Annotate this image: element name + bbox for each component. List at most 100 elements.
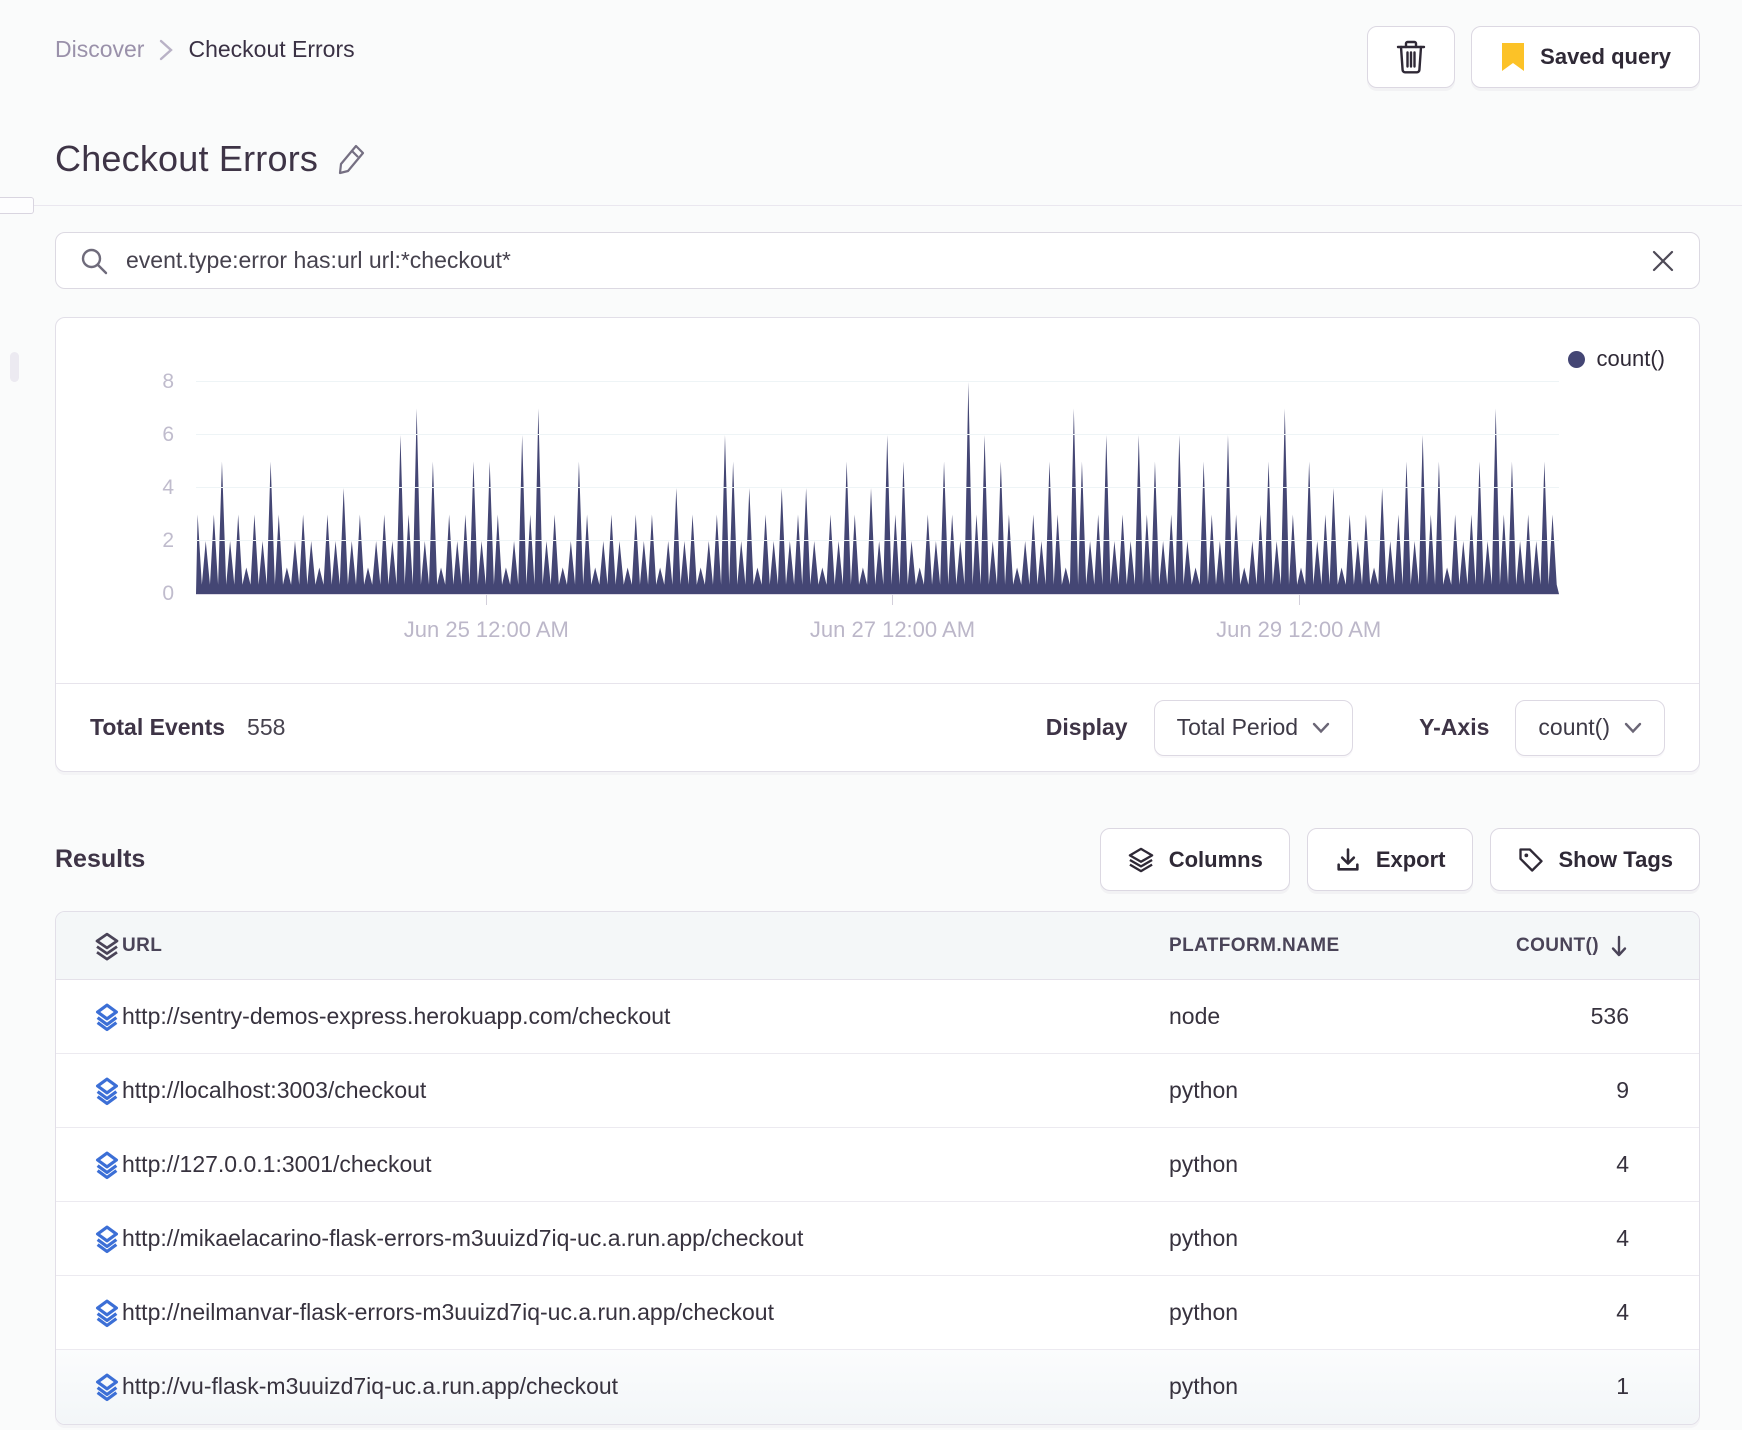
event-stack-icon[interactable] [92, 1222, 122, 1256]
row-count: 536 [1590, 1003, 1629, 1029]
breadcrumb-discover[interactable]: Discover [55, 36, 144, 63]
y-axis-label: Y-Axis [1419, 714, 1490, 740]
row-url[interactable]: http://vu-flask-m3uuizd7iq-uc.a.run.app/… [122, 1373, 618, 1399]
page-title: Checkout Errors [55, 138, 319, 179]
y-axis-tick-label: 4 [162, 476, 174, 499]
gridline [196, 381, 1559, 382]
clear-search-button[interactable] [1651, 249, 1675, 273]
layers-icon [1128, 847, 1153, 872]
close-icon [1652, 250, 1674, 271]
y-axis-tick-label: 6 [162, 423, 174, 446]
column-header-platform[interactable]: PLATFORM.NAME [1169, 912, 1509, 980]
columns-button[interactable]: Columns [1099, 828, 1290, 891]
search-icon [81, 248, 108, 274]
search-input[interactable] [126, 247, 1633, 274]
chart-footer: Total Events 558 Display Total Period Y-… [56, 683, 1699, 771]
export-button[interactable]: Export [1306, 828, 1473, 891]
table-row[interactable]: http://mikaelacarino-flask-errors-m3uuiz… [56, 1201, 1699, 1276]
row-url[interactable]: http://neilmanvar-flask-errors-m3uuizd7i… [122, 1299, 774, 1325]
trash-icon [1396, 40, 1426, 74]
row-platform: python [1169, 1373, 1239, 1400]
y-axis-tick-label: 2 [162, 529, 174, 552]
row-count: 1 [1616, 1373, 1629, 1400]
saved-query-button[interactable]: Saved query [1471, 26, 1700, 88]
side-drag-handle[interactable] [10, 352, 19, 382]
row-platform: node [1169, 1003, 1221, 1029]
chevron-down-icon [1312, 722, 1330, 733]
sort-desc-arrow-icon [1611, 935, 1627, 956]
x-axis-tick [1298, 595, 1300, 605]
event-stack-icon[interactable] [92, 1000, 122, 1034]
y-axis-value: count() [1538, 714, 1610, 740]
results-title: Results [55, 845, 146, 873]
columns-label: Columns [1168, 846, 1263, 872]
table-row[interactable]: http://sentry-demos-express.herokuapp.co… [56, 979, 1699, 1054]
row-count: 4 [1616, 1299, 1629, 1325]
search-bar [55, 232, 1700, 289]
x-axis-tick [892, 595, 894, 605]
display-dropdown[interactable]: Total Period [1153, 699, 1354, 756]
event-stack-icon[interactable] [92, 1370, 122, 1404]
row-count: 4 [1616, 1225, 1629, 1251]
chevron-down-icon [1624, 722, 1642, 733]
y-axis-dropdown[interactable]: count() [1515, 699, 1665, 756]
count-header-label: COUNT() [1515, 934, 1599, 956]
top-bar: Discover Checkout Errors Saved query [55, 0, 1700, 88]
collapsed-panel-tab[interactable] [0, 197, 34, 214]
breadcrumb: Discover Checkout Errors [55, 26, 355, 63]
table-header-row: URL PLATFORM.NAME COUNT() [56, 912, 1699, 980]
display-label: Display [1045, 714, 1128, 740]
chart-x-axis: Jun 25 12:00 AM Jun 27 12:00 AM Jun 29 12:… [196, 595, 1559, 657]
total-events-label: Total Events [90, 714, 226, 740]
row-url[interactable]: http://mikaelacarino-flask-errors-m3uuiz… [122, 1225, 803, 1251]
results-table: URL PLATFORM.NAME COUNT() http://sentry-… [56, 912, 1699, 1424]
row-url[interactable]: http://localhost:3003/checkout [122, 1077, 426, 1103]
gridline [196, 540, 1559, 541]
row-platform: python [1169, 1299, 1239, 1325]
y-axis-tick-label: 8 [162, 370, 174, 393]
x-axis-tick-label: Jun 27 12:00 AM [809, 617, 976, 642]
display-value: Total Period [1176, 714, 1299, 740]
table-row[interactable]: http://127.0.0.1:3001/checkout python 4 [56, 1127, 1699, 1202]
row-count: 4 [1616, 1151, 1629, 1177]
table-row[interactable]: http://neilmanvar-flask-errors-m3uuizd7i… [56, 1275, 1699, 1350]
error-spike-chart[interactable]: 0 2 4 6 8 [162, 370, 1559, 605]
row-platform: python [1169, 1225, 1239, 1251]
saved-query-label: Saved query [1540, 44, 1671, 69]
x-axis-tick [486, 595, 488, 605]
show-tags-button[interactable]: Show Tags [1489, 828, 1700, 891]
results-table-panel: URL PLATFORM.NAME COUNT() http://sentry-… [55, 911, 1700, 1425]
chevron-right-icon [160, 39, 174, 60]
x-axis-tick-label: Jun 25 12:00 AM [403, 617, 569, 642]
row-platform: python [1169, 1077, 1239, 1103]
row-platform: python [1169, 1151, 1239, 1177]
area-series [196, 382, 1559, 594]
table-row[interactable]: http://localhost:3003/checkout python 9 [56, 1053, 1699, 1128]
gridline [196, 434, 1559, 435]
event-stack-icon[interactable] [92, 1074, 122, 1108]
total-events-value: 558 [247, 714, 286, 740]
layers-icon[interactable] [92, 930, 122, 962]
table-row[interactable]: http://vu-flask-m3uuizd7iq-uc.a.run.app/… [56, 1349, 1699, 1424]
column-header-url[interactable]: URL [122, 912, 1169, 980]
events-chart-panel: count() 0 2 4 6 8 Jun 25 12:00 AM Jun 27 12:0… [55, 317, 1700, 772]
bookmark-icon [1502, 43, 1525, 71]
legend-dot [1567, 350, 1585, 368]
tag-icon [1518, 847, 1543, 872]
row-url[interactable]: http://127.0.0.1:3001/checkout [122, 1151, 431, 1177]
gridline [196, 487, 1559, 488]
download-icon [1337, 847, 1359, 871]
chart-legend[interactable]: count() [56, 318, 1699, 374]
event-stack-icon[interactable] [92, 1296, 122, 1330]
show-tags-label: Show Tags [1558, 846, 1674, 872]
row-url[interactable]: http://sentry-demos-express.herokuapp.co… [122, 1003, 670, 1029]
breadcrumb-current: Checkout Errors [188, 36, 355, 62]
y-axis-tick-label: 0 [162, 582, 174, 605]
column-header-count[interactable]: COUNT() [1509, 912, 1699, 980]
export-label: Export [1375, 846, 1446, 872]
legend-label: count() [1596, 346, 1665, 371]
row-count: 9 [1616, 1077, 1629, 1103]
edit-pencil-icon[interactable] [336, 143, 366, 175]
delete-query-button[interactable] [1367, 26, 1456, 88]
event-stack-icon[interactable] [92, 1148, 122, 1182]
